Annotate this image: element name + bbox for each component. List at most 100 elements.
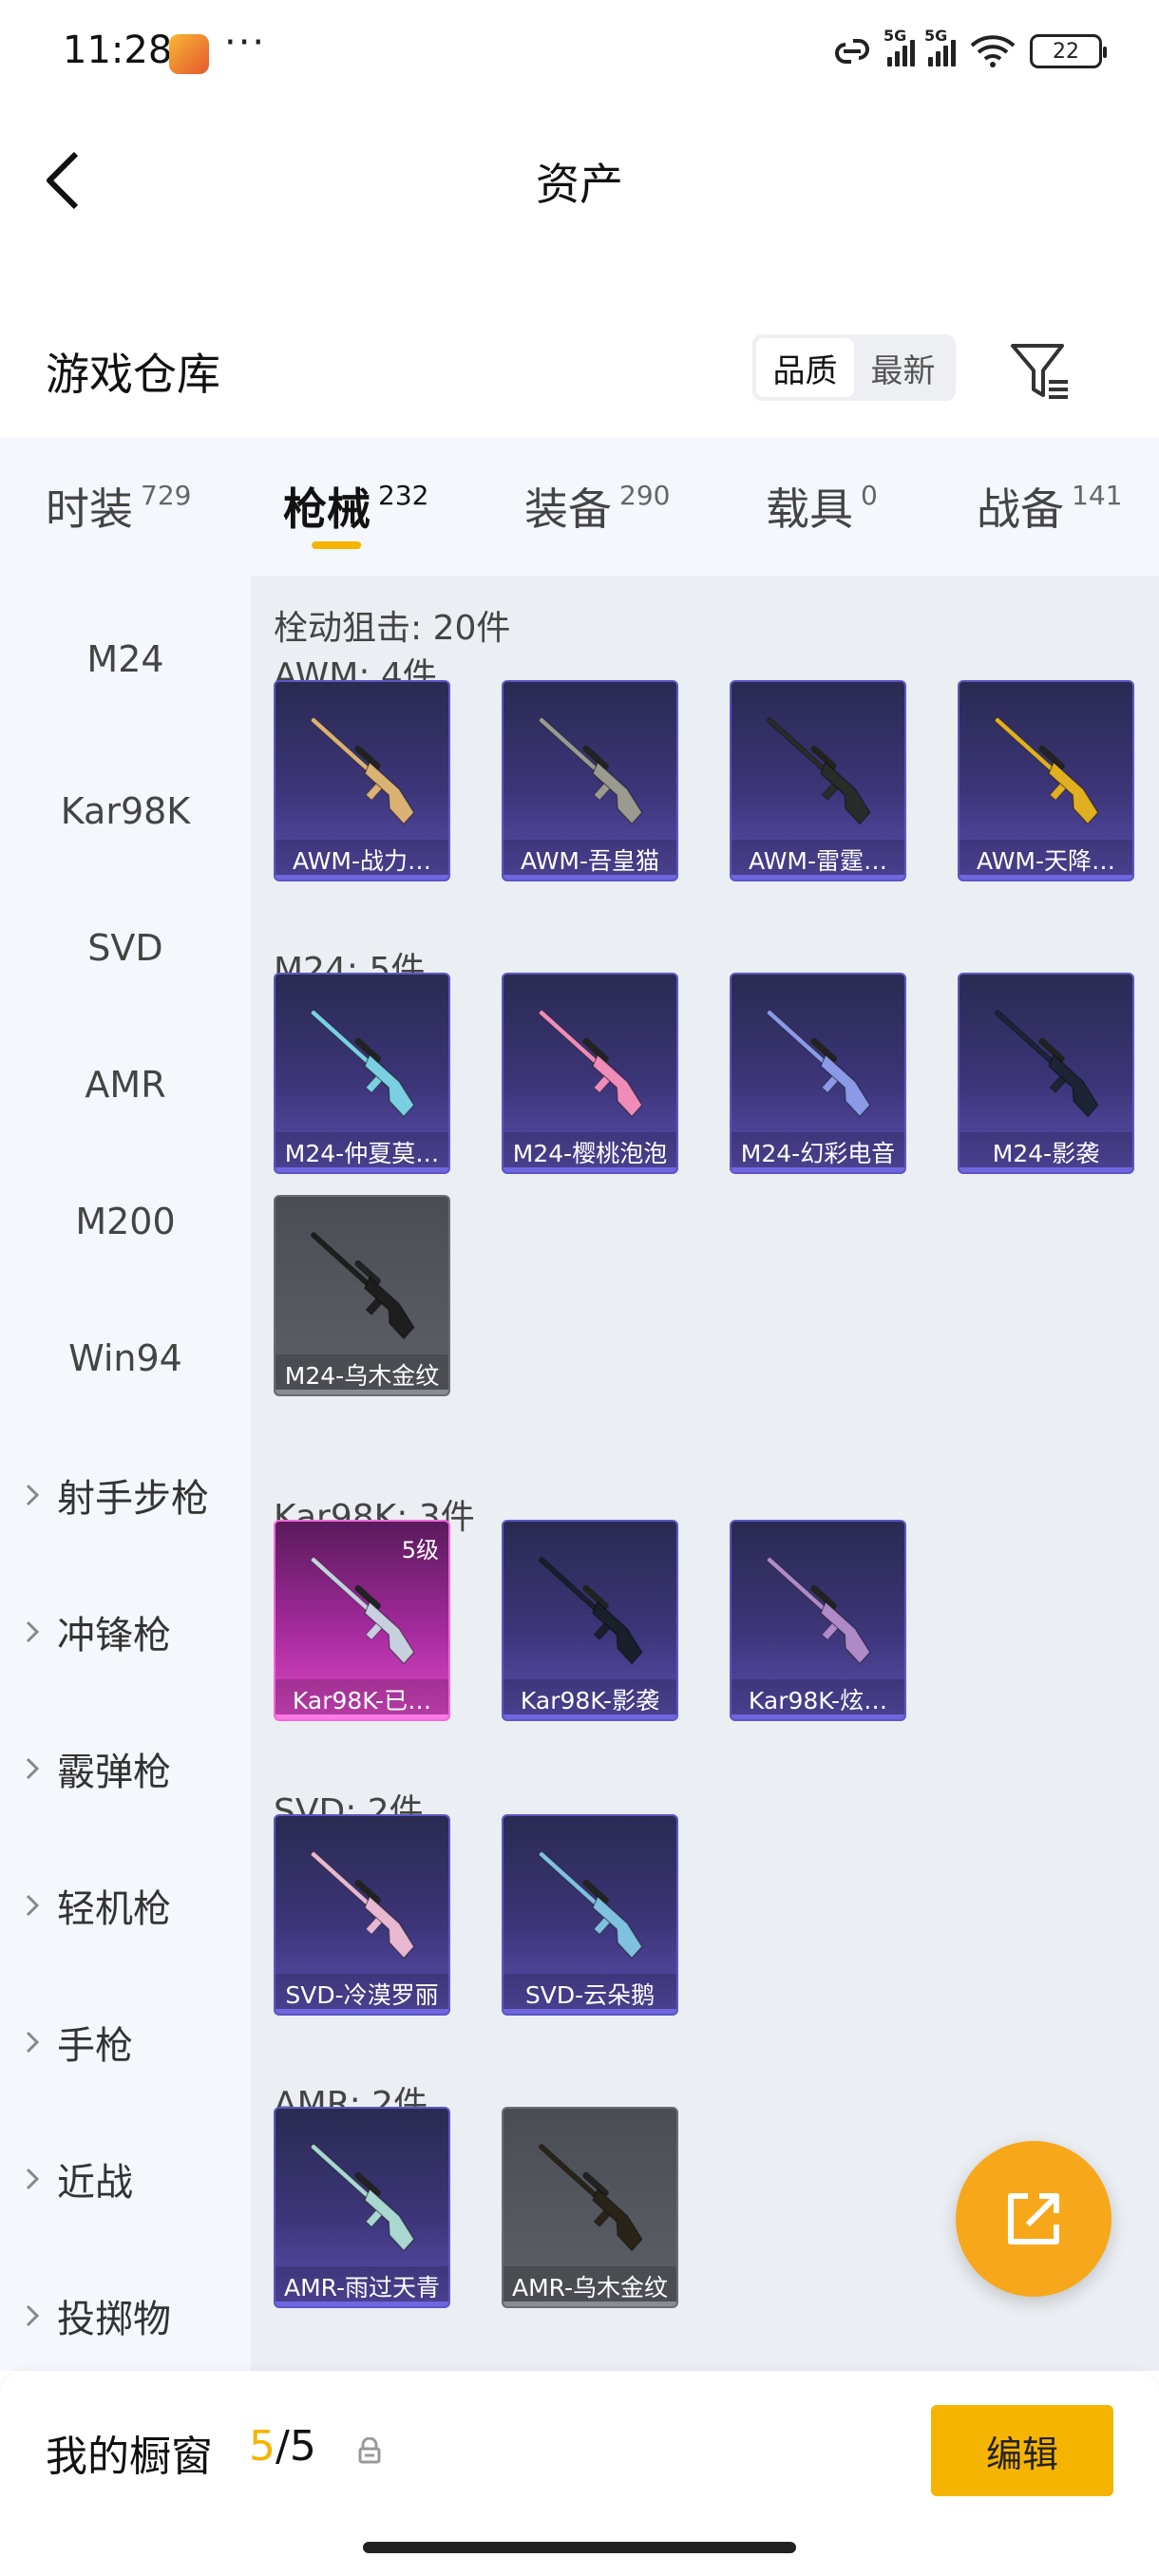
sort-newest-button[interactable]: 最新	[854, 338, 952, 397]
link-icon	[835, 39, 869, 64]
weapon-name: Kar98K-已…	[276, 1679, 448, 1719]
rifle-icon	[310, 1232, 415, 1340]
weapon-card[interactable]: AMR-雨过天青	[274, 2107, 450, 2308]
tab-supplies[interactable]: 战备 141	[977, 437, 1122, 576]
chevron-right-icon	[26, 1484, 40, 1506]
rifle-icon	[766, 717, 871, 825]
rifle-icon	[538, 2144, 643, 2252]
rifle-icon	[310, 2144, 415, 2252]
app-notification-icon	[169, 34, 209, 74]
wifi-icon	[970, 35, 1016, 67]
home-indicator	[363, 2542, 796, 2553]
rifle-icon	[538, 1851, 643, 1960]
side-item-svd[interactable]: SVD	[0, 880, 251, 1016]
share-icon	[1008, 2193, 1059, 2245]
weapon-card[interactable]: AWM-战力…	[274, 680, 450, 881]
share-button[interactable]	[956, 2141, 1112, 2297]
weapon-name: M24-影袭	[960, 1132, 1132, 1172]
weapon-card[interactable]: M24-影袭	[958, 973, 1134, 1174]
weapon-name: AWM-吾皇猫	[504, 840, 676, 880]
weapon-name: M24-乌木金纹	[276, 1354, 448, 1394]
showcase-bar: 我的橱窗 5/5 编辑	[0, 2371, 1159, 2576]
rifle-icon	[766, 1010, 871, 1118]
filter-icon[interactable]	[1007, 338, 1074, 405]
chevron-right-icon	[26, 1894, 40, 1917]
side-item-m200[interactable]: M200	[0, 1153, 251, 1290]
side-group-smg[interactable]: 冲锋枪	[0, 1563, 251, 1700]
weapon-card[interactable]: M24-樱桃泡泡	[502, 973, 678, 1174]
weapon-card[interactable]: 5级 Kar98K-已…	[274, 1520, 450, 1721]
weapon-name: AMR-乌木金纹	[504, 2266, 676, 2306]
battery-icon: 22	[1030, 34, 1107, 68]
weapon-name: M24-幻彩电音	[732, 1132, 904, 1172]
item-grid-panel: 栓动狙击: 20件 AWM: 4件 AWM-战力… AWM-吾皇猫 AWM-雷霆… AW…	[251, 576, 1159, 2371]
signal-icon-2: 5G	[924, 27, 956, 66]
weapon-name: AWM-天降…	[960, 840, 1132, 880]
active-tab-indicator	[311, 541, 361, 549]
side-group-marksman[interactable]: 射手步枪	[0, 1427, 251, 1563]
weapon-card[interactable]: M24-幻彩电音	[730, 973, 906, 1174]
rifle-icon	[994, 717, 1099, 825]
weapon-card[interactable]: AWM-雷霆…	[730, 680, 906, 881]
rifle-icon	[766, 1557, 871, 1665]
weapon-name: AWM-雷霆…	[732, 840, 904, 880]
page-title: 资产	[536, 159, 623, 210]
side-group-throwable[interactable]: 投掷物	[0, 2247, 251, 2371]
side-nav: M24 Kar98K SVD AMR M200 Win94 射手步枪 冲锋枪 霰…	[0, 576, 251, 2371]
chevron-right-icon	[26, 1620, 40, 1643]
rifle-icon	[538, 717, 643, 825]
app-header: 资产	[0, 104, 1159, 247]
weapon-card[interactable]: AMR-乌木金纹	[502, 2107, 678, 2308]
weapon-card[interactable]: SVD-云朵鹅	[502, 1814, 678, 2016]
tab-fashion[interactable]: 时装 729	[46, 437, 191, 576]
rifle-icon	[538, 1010, 643, 1118]
side-group-shotgun[interactable]: 霰弹枪	[0, 1700, 251, 1837]
weapon-card[interactable]: AWM-天降…	[958, 680, 1134, 881]
status-time: 11:28	[63, 28, 173, 72]
lock-icon	[358, 2437, 381, 2464]
chevron-right-icon	[26, 1757, 40, 1780]
chevron-right-icon	[26, 2168, 40, 2190]
weapon-name: SVD-冷漠罗丽	[276, 1974, 448, 2014]
rifle-icon	[538, 1557, 643, 1665]
weapon-name: AWM-战力…	[276, 840, 448, 880]
weapon-card[interactable]: M24-乌木金纹	[274, 1195, 450, 1396]
weapon-name: Kar98K-影袭	[504, 1679, 676, 1719]
weapon-card[interactable]: Kar98K-炫…	[730, 1520, 906, 1721]
weapon-name: Kar98K-炫…	[732, 1679, 904, 1719]
weapon-card[interactable]: SVD-冷漠罗丽	[274, 1814, 450, 2016]
side-item-amr[interactable]: AMR	[0, 1016, 251, 1153]
level-badge: 5级	[401, 1537, 439, 1563]
rifle-icon	[994, 1010, 1099, 1118]
weapon-card[interactable]: M24-仲夏莫…	[274, 973, 450, 1174]
more-notifications-icon: ···	[224, 21, 267, 65]
warehouse-header: 游戏仓库 品质 最新	[0, 313, 1159, 427]
edit-showcase-button[interactable]: 编辑	[931, 2405, 1113, 2496]
signal-icon: 5G	[884, 27, 915, 66]
weapon-card[interactable]: AWM-吾皇猫	[502, 680, 678, 881]
side-group-melee[interactable]: 近战	[0, 2111, 251, 2247]
showcase-count: 5/5	[249, 2422, 316, 2471]
status-icons: 5G 5G 22	[830, 27, 1107, 72]
weapon-name: M24-樱桃泡泡	[504, 1132, 676, 1172]
warehouse-title: 游戏仓库	[46, 349, 220, 400]
side-group-pistol[interactable]: 手枪	[0, 1974, 251, 2111]
weapon-name: M24-仲夏莫…	[276, 1132, 448, 1172]
side-item-kar98k[interactable]: Kar98K	[0, 743, 251, 880]
chevron-right-icon	[26, 2304, 40, 2327]
side-item-win94[interactable]: Win94	[0, 1290, 251, 1427]
category-tabs: 时装 729 枪械 232 装备 290 载具 0 战备 141	[0, 437, 1159, 576]
chevron-right-icon	[26, 2031, 40, 2054]
sort-quality-button[interactable]: 品质	[756, 338, 854, 397]
weapon-name: SVD-云朵鹅	[504, 1974, 676, 2014]
side-group-lmg[interactable]: 轻机枪	[0, 1837, 251, 1974]
sort-toggle: 品质 最新	[752, 334, 956, 401]
tab-vehicles[interactable]: 载具 0	[766, 437, 878, 576]
weapon-card[interactable]: Kar98K-影袭	[502, 1520, 678, 1721]
rifle-icon	[310, 1010, 415, 1118]
rifle-icon	[310, 1851, 415, 1960]
tab-equipment[interactable]: 装备 290	[524, 437, 670, 576]
category-count-heading: 栓动狙击: 20件	[274, 609, 511, 648]
tab-firearms[interactable]: 枪械 232	[283, 437, 428, 576]
side-item-m24[interactable]: M24	[0, 576, 251, 743]
